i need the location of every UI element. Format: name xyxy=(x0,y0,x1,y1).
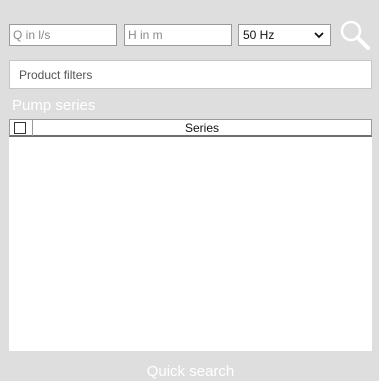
series-table-header: Series xyxy=(9,119,372,137)
series-table-body xyxy=(9,137,372,351)
quick-search-label: Quick search xyxy=(146,363,235,380)
select-all-checkbox[interactable] xyxy=(14,122,26,134)
quick-search-button[interactable]: Quick search xyxy=(9,356,372,381)
pump-series-title: Pump series xyxy=(12,97,96,114)
pump-selection-panel: 50 Hz Product filters Pump series Series… xyxy=(0,0,379,381)
series-column-header[interactable]: Series xyxy=(33,120,371,136)
frequency-value: 50 Hz xyxy=(243,28,275,42)
product-filters-label: Product filters xyxy=(19,67,93,82)
head-input[interactable] xyxy=(124,24,232,46)
product-filters-toggle[interactable]: Product filters xyxy=(9,60,372,89)
search-button[interactable] xyxy=(337,17,373,53)
chevron-down-icon xyxy=(314,32,324,39)
frequency-select[interactable]: 50 Hz xyxy=(238,24,331,46)
flow-input[interactable] xyxy=(9,24,117,46)
search-icon xyxy=(340,20,370,50)
